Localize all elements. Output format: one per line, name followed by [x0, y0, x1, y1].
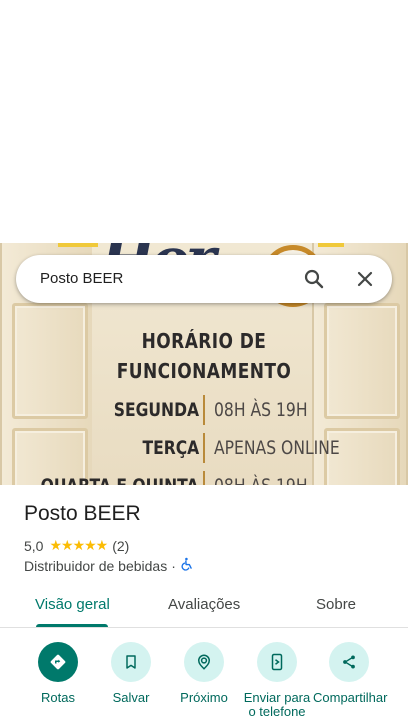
- photo-accent: [58, 243, 98, 247]
- share-label: Compartilhar: [313, 690, 388, 705]
- category-line: Distribuidor de bebidas ·: [24, 557, 194, 574]
- send-to-phone-icon: [257, 642, 297, 682]
- save-label: Salvar: [112, 690, 150, 705]
- schedule-row: QUARTA E QUINTA 08H ÀS 19H: [0, 471, 408, 485]
- close-icon[interactable]: [353, 267, 377, 291]
- schedule-hours: 08H ÀS 19H: [214, 399, 308, 421]
- wheelchair-icon: [180, 557, 194, 574]
- photo-accent: [318, 243, 344, 247]
- search-icon[interactable]: [302, 267, 326, 291]
- nearby-label: Próximo: [180, 690, 228, 705]
- place-tabs: Visão geral Avaliações Sobre: [0, 585, 408, 628]
- schedule-hours: APENAS ONLINE: [214, 437, 340, 459]
- place-info-sheet: Posto BEER 5,0 ★★★★★ (2) Distribuidor de…: [0, 485, 408, 726]
- separator: ·: [171, 557, 176, 574]
- tab-about[interactable]: Sobre: [316, 596, 356, 613]
- photo-heading: HORÁRIO DE: [141, 329, 267, 353]
- tab-overview[interactable]: Visão geral: [35, 596, 110, 613]
- schedule-row: TERÇA APENAS ONLINE: [0, 433, 408, 463]
- schedule-divider: [203, 471, 205, 485]
- send-to-phone-button[interactable]: Enviar para o telefone: [241, 642, 313, 719]
- send-to-phone-label: Enviar para o telefone: [243, 690, 311, 719]
- schedule-day: TERÇA: [142, 437, 199, 459]
- nearby-button[interactable]: Próximo: [168, 642, 240, 705]
- photo-heading: FUNCIONAMENTO: [116, 359, 292, 383]
- rating-line[interactable]: 5,0 ★★★★★ (2): [24, 537, 129, 554]
- tab-reviews[interactable]: Avaliações: [168, 596, 240, 613]
- save-button[interactable]: Salvar: [95, 642, 167, 705]
- active-tab-indicator: [36, 624, 108, 627]
- search-bar[interactable]: Posto BEER: [16, 255, 392, 303]
- directions-label: Rotas: [41, 690, 75, 705]
- rating-value: 5,0: [24, 537, 44, 554]
- place-category[interactable]: Distribuidor de bebidas: [24, 558, 167, 574]
- nearby-icon: [184, 642, 224, 682]
- action-buttons: Rotas Salvar Próximo Enviar para o telef…: [0, 642, 408, 726]
- review-count[interactable]: (2): [112, 538, 129, 554]
- schedule-row: SEGUNDA 08H ÀS 19H: [0, 395, 408, 425]
- schedule-day: QUARTA E QUINTA: [41, 475, 199, 485]
- schedule-day: SEGUNDA: [113, 399, 199, 421]
- place-title: Posto BEER: [24, 502, 141, 525]
- schedule-divider: [203, 395, 205, 425]
- share-button[interactable]: Compartilhar: [313, 642, 388, 705]
- bookmark-icon: [111, 642, 151, 682]
- rating-stars: ★★★★★: [49, 537, 108, 553]
- schedule-divider: [203, 433, 205, 463]
- directions-button[interactable]: Rotas: [22, 642, 94, 705]
- search-input[interactable]: Posto BEER: [40, 270, 123, 287]
- blank-map-area: [0, 0, 408, 243]
- share-icon: [329, 642, 369, 682]
- directions-icon: [38, 642, 78, 682]
- schedule-hours: 08H ÀS 19H: [214, 475, 308, 485]
